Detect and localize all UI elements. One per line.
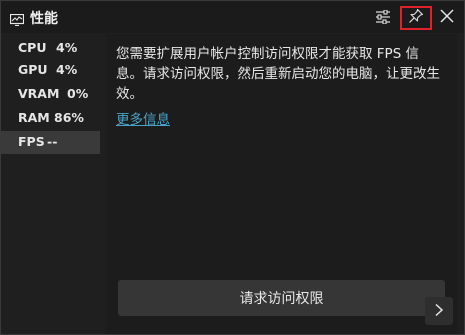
access-required-message: 您需要扩展用户帐户控制访问权限才能获取 FPS 信息。请求访问权限，然后重新启动…	[116, 46, 440, 102]
sidebar-item-gpu[interactable]: GPU 4%	[1, 59, 100, 81]
metric-value: 4%	[56, 40, 78, 55]
next-page-button[interactable]	[425, 297, 453, 325]
request-access-button[interactable]: 请求访问权限	[118, 280, 445, 316]
metric-label: VRAM	[18, 86, 60, 101]
sidebar-item-cpu[interactable]: CPU 4%	[1, 37, 100, 59]
sidebar-item-vram[interactable]: VRAM 0%	[1, 83, 100, 105]
metric-label: FPS	[18, 134, 45, 149]
metric-value: 0%	[67, 86, 89, 101]
settings-button[interactable]	[371, 6, 395, 30]
close-icon	[439, 8, 455, 28]
sidebar-item-fps[interactable]: FPS --	[1, 131, 100, 154]
fps-content-panel: 您需要扩展用户帐户控制访问权限才能获取 FPS 信息。请求访问权限，然后重新启动…	[106, 34, 457, 334]
chevron-right-icon	[433, 302, 445, 321]
metric-label: CPU	[18, 40, 47, 55]
sidebar-item-ram[interactable]: RAM 86%	[1, 107, 100, 129]
metrics-sidebar: CPU 4% GPU 4% VRAM 0% RAM 86% FPS --	[1, 34, 100, 334]
performance-monitor-icon	[9, 11, 25, 27]
pin-icon	[408, 8, 424, 28]
close-button[interactable]	[435, 6, 459, 30]
metric-label: RAM	[18, 110, 50, 125]
title-bar: 性能	[1, 1, 464, 33]
sliders-icon	[375, 8, 391, 28]
metric-value: 86%	[54, 110, 84, 125]
pin-button[interactable]	[400, 6, 432, 30]
performance-widget-window: 性能 CPU 4% GPU 4% VRAM 0% RAM 86% FPS -- …	[0, 0, 465, 335]
more-info-link[interactable]: 更多信息	[116, 108, 170, 128]
metric-label: GPU	[18, 62, 48, 77]
window-title: 性能	[30, 11, 58, 27]
metric-value: --	[47, 134, 58, 149]
metric-value: 4%	[56, 62, 78, 77]
